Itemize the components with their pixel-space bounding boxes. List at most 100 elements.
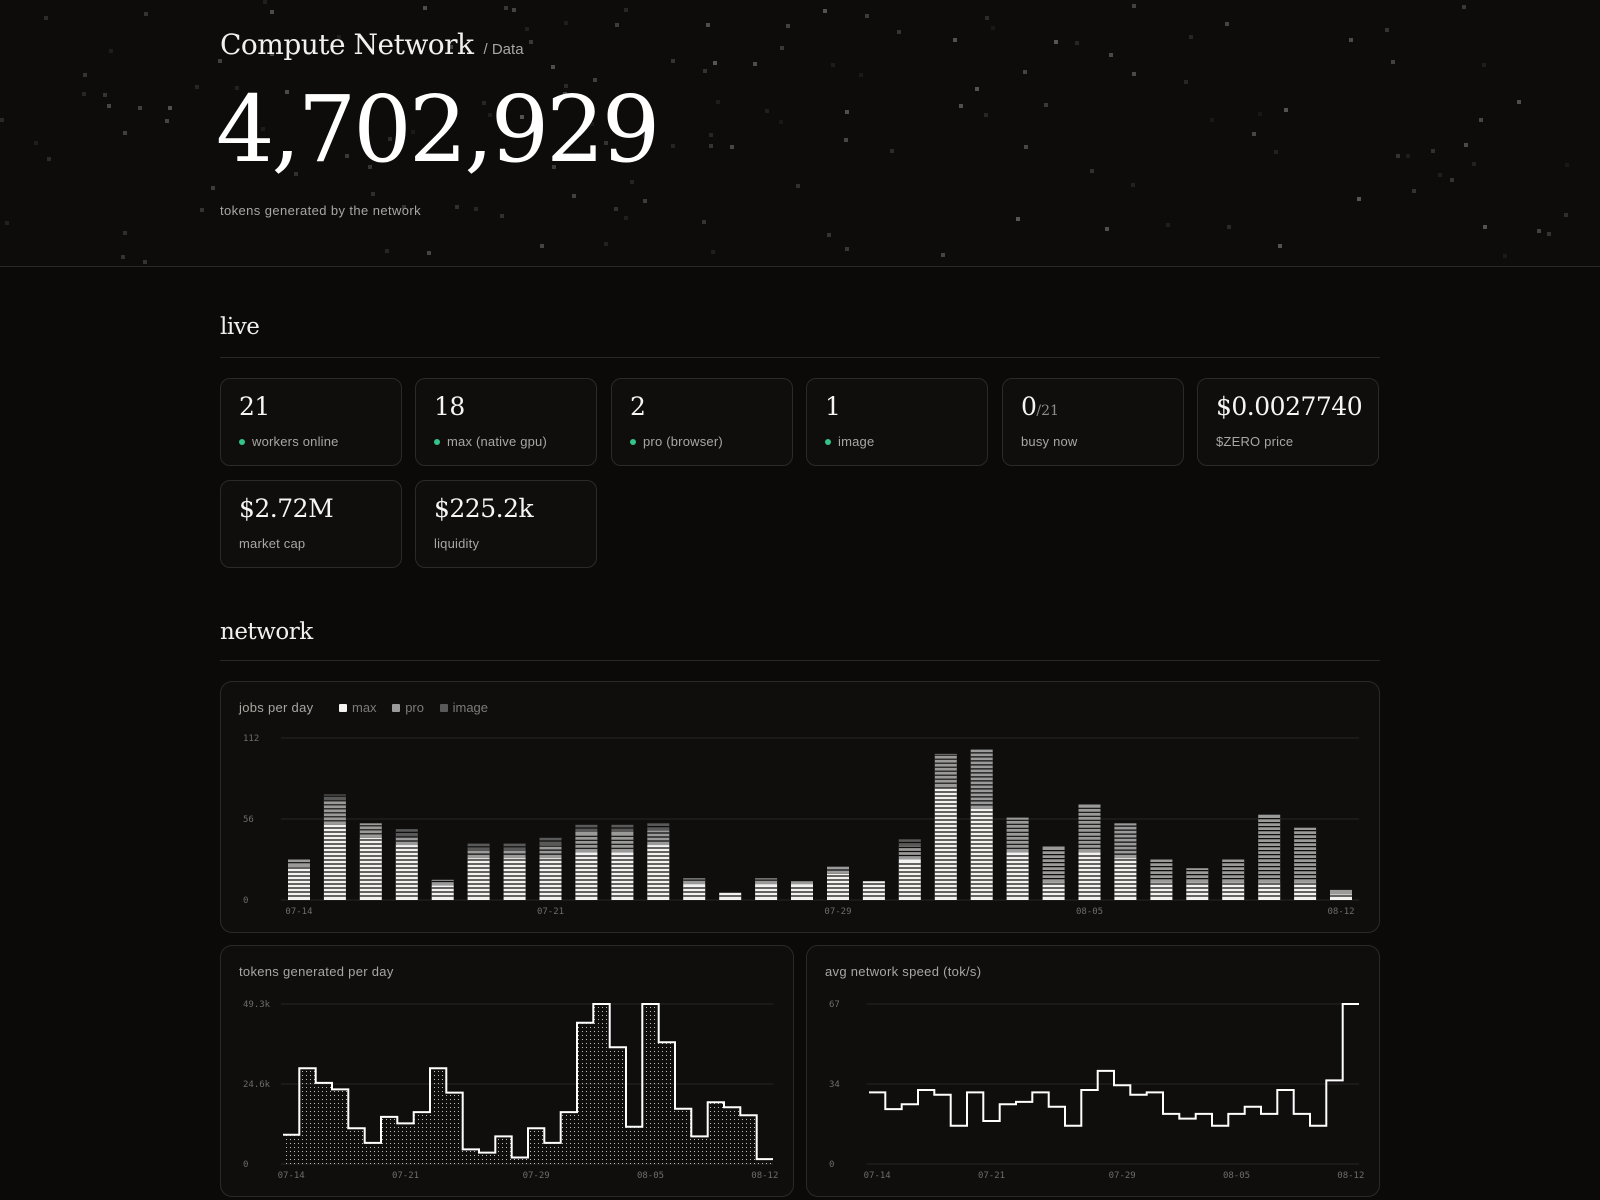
x-tick-label: 07-14 <box>285 907 312 917</box>
star-dot <box>504 6 508 10</box>
star-dot <box>984 113 988 117</box>
jobs-per-day-chart: 112 56 0 07-14 07-21 07-29 08-05 08-12 <box>243 734 1359 917</box>
bar-max <box>1042 882 1065 900</box>
stat-value: 2 <box>630 392 646 421</box>
star-dot <box>713 61 717 65</box>
star-dot <box>1482 63 1486 67</box>
x-tick-label: 08-12 <box>1327 907 1354 917</box>
star-dot <box>1349 38 1353 42</box>
star-dot <box>702 220 706 224</box>
star-dot <box>1131 183 1135 187</box>
network-section-title: network <box>220 619 313 645</box>
tokens-per-day-chart: 49.3k 24.6k 0 07-14 07-21 07-29 08-05 08-12 <box>243 1000 778 1181</box>
star-dot <box>1016 217 1020 221</box>
x-tick-label: 07-21 <box>537 907 564 917</box>
bar-pro <box>683 878 706 885</box>
star-dot <box>604 242 608 246</box>
stat-label: max (native gpu) <box>434 434 547 449</box>
stat-label: busy now <box>1021 434 1078 449</box>
stat-value: 1 <box>825 392 841 421</box>
star-dot <box>709 144 713 148</box>
star-dot <box>83 73 87 77</box>
star-dot <box>753 62 757 66</box>
star-dot <box>138 106 142 110</box>
stat-card-zero-price: $0.0027740 $ZERO price <box>1197 378 1379 466</box>
bar-pro <box>898 846 921 860</box>
x-tick-label: 08-05 <box>1223 1171 1250 1181</box>
jobs-per-day-panel: jobs per day max pro image 112 56 0 07-14 07… <box>220 681 1380 933</box>
star-dot <box>1472 162 1476 166</box>
star-dot <box>897 30 901 34</box>
star-dot <box>624 8 628 12</box>
star-dot <box>1132 4 1136 8</box>
star-dot <box>500 214 504 218</box>
stat-card-image: 1 image <box>806 378 988 466</box>
bar-max <box>1330 894 1352 900</box>
x-tick-label: 08-12 <box>751 1171 778 1181</box>
y-tick-label: 24.6k <box>243 1080 271 1090</box>
star-dot <box>529 40 533 44</box>
stat-card-market-cap: $2.72M market cap <box>220 480 402 568</box>
star-dot <box>143 260 147 264</box>
y-tick-label: 67 <box>829 1000 840 1010</box>
star-dot <box>385 249 389 253</box>
stat-label: liquidity <box>434 536 480 551</box>
star-dot <box>1396 154 1400 158</box>
star-dot <box>540 244 544 248</box>
star-dot <box>270 10 274 14</box>
stat-label: workers online <box>239 434 339 449</box>
network-section-divider <box>220 660 1380 661</box>
star-dot <box>1132 72 1136 76</box>
star-dot <box>1278 244 1282 248</box>
stat-card-pro-browser: 2 pro (browser) <box>611 378 793 466</box>
star-dot <box>845 110 849 114</box>
stat-label: $ZERO price <box>1216 434 1294 449</box>
star-dot <box>786 24 790 28</box>
stat-label-text: workers online <box>252 434 339 449</box>
page-title: Compute Network / Data <box>220 28 524 61</box>
star-dot <box>941 253 945 257</box>
star-dot <box>975 87 979 91</box>
star-dot <box>711 250 715 254</box>
star-dot <box>1166 223 1170 227</box>
x-tick-label: 07-29 <box>523 1171 550 1181</box>
star-dot <box>730 145 734 149</box>
app-title: Compute Network <box>220 28 474 61</box>
x-tick-label: 08-05 <box>637 1171 664 1181</box>
star-dot <box>827 233 831 237</box>
star-dot <box>865 14 869 18</box>
star-dot <box>1438 173 1442 177</box>
bar-pro <box>970 749 993 809</box>
x-tick-label: 08-05 <box>1076 907 1103 917</box>
bar-max <box>1186 882 1209 900</box>
bar-pro <box>431 879 454 886</box>
network-speed-panel: avg network speed (tok/s) 67 34 0 07-14 07-2… <box>806 945 1380 1197</box>
status-dot-icon <box>239 438 245 445</box>
star-dot <box>1024 145 1028 149</box>
star-dot <box>1274 150 1278 154</box>
bar-pro <box>575 832 598 853</box>
star-dot <box>844 138 848 142</box>
x-tick-label: 07-29 <box>824 907 851 917</box>
star-dot <box>1450 178 1454 182</box>
star-dot <box>512 8 516 12</box>
y-tick-label: 56 <box>243 815 254 825</box>
bar-pro <box>1042 846 1065 883</box>
star-dot <box>427 251 431 255</box>
star-dot <box>706 23 710 27</box>
star-dot <box>82 92 86 96</box>
breadcrumb[interactable]: / Data <box>484 41 524 58</box>
bar-max <box>970 808 993 900</box>
star-dot <box>1412 189 1416 193</box>
star-dot <box>572 194 576 198</box>
bar-pro <box>611 832 634 853</box>
star-dot <box>1184 80 1188 84</box>
star-dot <box>1284 108 1288 112</box>
bar-max <box>359 837 382 900</box>
live-section-divider <box>220 357 1380 358</box>
bar-pro <box>539 845 562 858</box>
star-dot <box>1391 60 1395 64</box>
star-dot <box>703 69 707 73</box>
star-dot <box>1258 112 1262 116</box>
stat-value-number: 0 <box>1021 392 1037 421</box>
